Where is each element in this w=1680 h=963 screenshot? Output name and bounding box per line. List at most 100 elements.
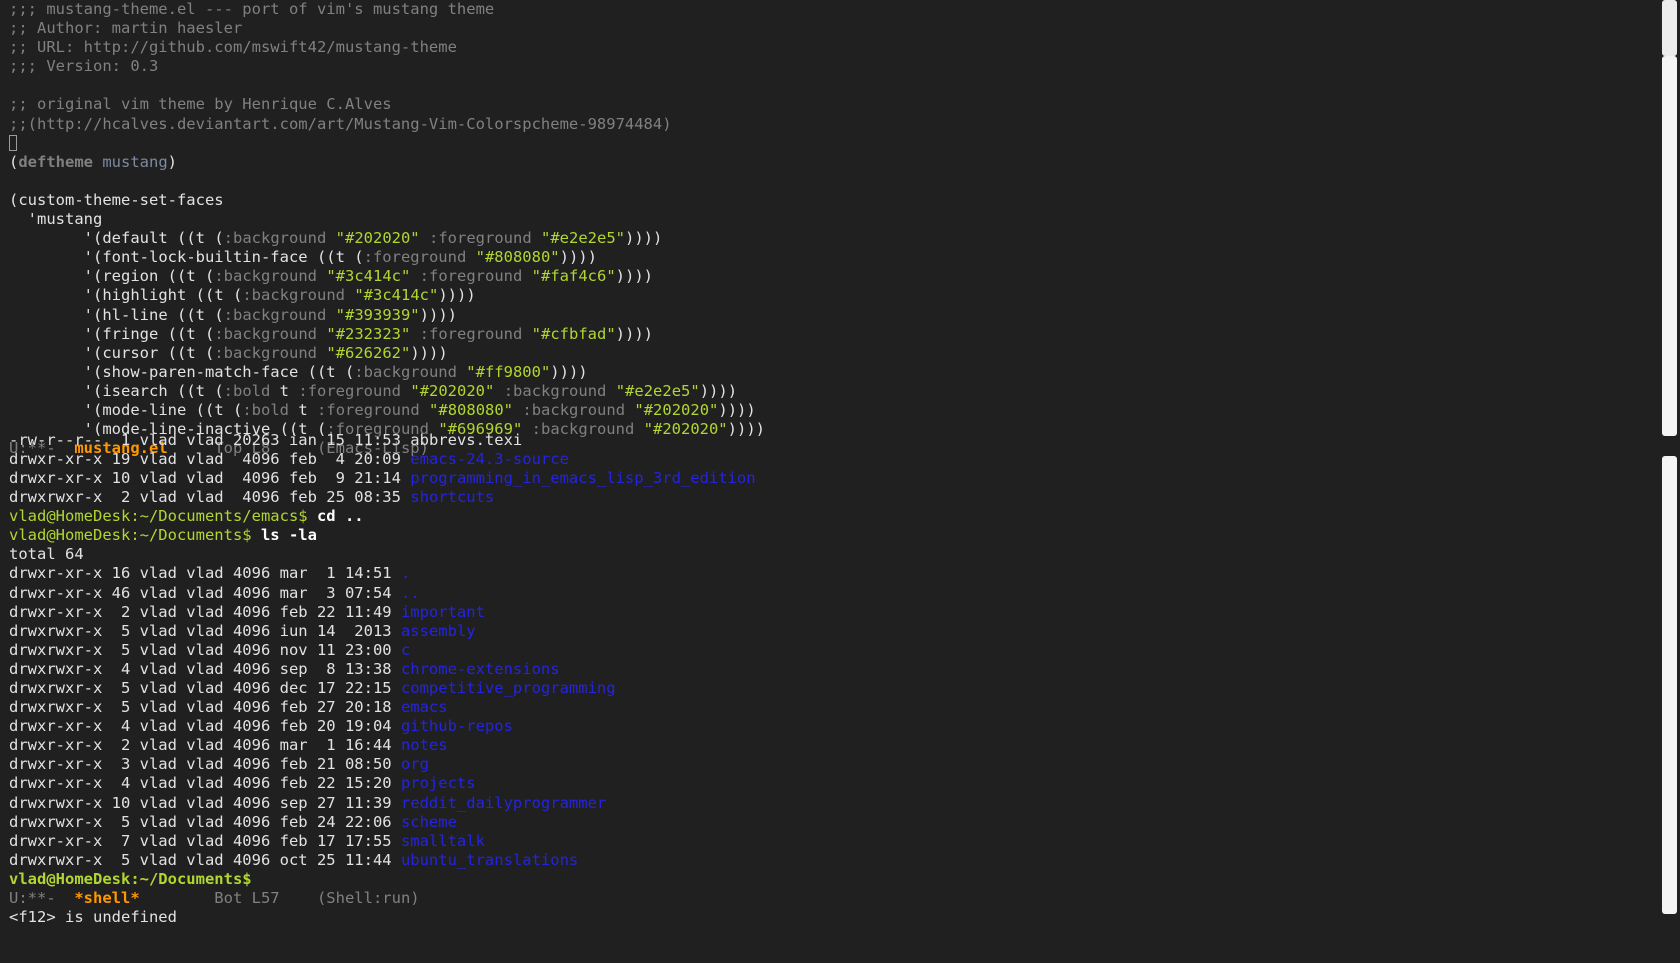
ls-row: drwxr-xr-x 16 vlad vlad 4096 mar 1 14:51… bbox=[9, 564, 1649, 583]
face-attr-key: :background bbox=[522, 400, 626, 419]
face-attr-key: :foreground bbox=[298, 381, 402, 400]
ls-directory-name: emacs-24.3-source bbox=[410, 449, 569, 468]
face-attr-key: :background bbox=[223, 305, 327, 324]
face-name: cursor bbox=[102, 343, 159, 362]
ls-meta: drwxr-xr-x 10 vlad vlad 4096 feb 9 21:14 bbox=[9, 468, 411, 487]
editor-scrollbar[interactable] bbox=[1658, 0, 1680, 440]
ls-meta: drwxr-xr-x 19 vlad vlad 4096 feb 4 20:09 bbox=[9, 449, 411, 468]
ls-row: drwxr-xr-x 19 vlad vlad 4096 feb 4 20:09… bbox=[9, 450, 1649, 469]
face-attr-value: "#808080" bbox=[475, 248, 560, 267]
ls-directory-name: notes bbox=[400, 736, 448, 755]
ls-directory-name: important bbox=[400, 602, 485, 621]
shell-command: cd .. bbox=[316, 507, 364, 526]
ls-directory-name: ubuntu_translations bbox=[400, 850, 579, 869]
modeline-major-mode[interactable]: (Shell:run) bbox=[280, 889, 420, 907]
ls-row: -rw-r--r-- 1 vlad vlad 20263 ian 15 11:5… bbox=[9, 431, 1649, 450]
ls-directory-name: projects bbox=[400, 774, 476, 793]
face-definition-line: '(highlight ((t (:background "#3c414c"))… bbox=[9, 286, 476, 305]
face-attr-key: :background bbox=[214, 267, 317, 286]
shell-scrollbar[interactable] bbox=[1658, 456, 1680, 914]
face-name: hl-line bbox=[102, 305, 168, 324]
face-attr-key: :foreground bbox=[419, 324, 523, 343]
face-name: isearch bbox=[102, 381, 168, 400]
ls-directory-name: .. bbox=[400, 583, 420, 602]
ls-directory-name: scheme bbox=[400, 812, 457, 831]
face-name: show-paren-match-face bbox=[102, 362, 299, 381]
ls-meta: drwxr-xr-x 4 vlad vlad 4096 feb 22 15:20 bbox=[9, 774, 401, 793]
ls-meta: drwxrwxr-x 5 vlad vlad 4096 feb 24 22:06 bbox=[9, 812, 401, 831]
face-definition-line: '(default ((t (:background "#202020" :fo… bbox=[9, 229, 663, 248]
ls-meta: drwxr-xr-x 3 vlad vlad 4096 feb 21 08:50 bbox=[9, 755, 401, 774]
face-attr-value: "#faf4c6" bbox=[531, 267, 616, 286]
face-attr-value: "#808080" bbox=[429, 400, 514, 419]
face-definition-line: '(fringe ((t (:background "#232323" :for… bbox=[9, 324, 653, 343]
ls-row: drwxrwxr-x 4 vlad vlad 4096 sep 8 13:38 … bbox=[9, 660, 1649, 679]
face-attr-value: "#3c414c" bbox=[354, 286, 439, 305]
face-attr-key: :background bbox=[214, 324, 317, 343]
editor-scrollbar-track-fill[interactable] bbox=[1662, 56, 1677, 436]
shell-scrollbar-thumb[interactable] bbox=[1662, 456, 1677, 914]
deftheme-keyword: deftheme bbox=[18, 152, 93, 171]
face-attr-key: :foreground bbox=[363, 248, 467, 267]
ls-meta: drwxr-xr-x 16 vlad vlad 4096 mar 1 14:51 bbox=[9, 564, 401, 583]
ls-directory-name: smalltalk bbox=[400, 831, 485, 850]
face-attr-key: :background bbox=[503, 381, 607, 400]
modeline-position: Bot L57 bbox=[139, 889, 280, 908]
editor-window[interactable]: ;;; mustang-theme.el --- port of vim's m… bbox=[9, 0, 1649, 458]
ls-directory-name: . bbox=[400, 564, 411, 583]
paren: ) bbox=[167, 152, 178, 171]
face-definition-line: '(mode-line ((t (:bold t :foreground "#8… bbox=[9, 400, 756, 419]
face-attr-value: "#202020" bbox=[634, 400, 719, 419]
face-attr-value: "#626262" bbox=[326, 343, 411, 362]
ls-directory-name: assembly bbox=[400, 621, 476, 640]
editor-scrollbar-thumb[interactable] bbox=[1662, 0, 1677, 56]
ls-meta: drwxrwxr-x 5 vlad vlad 4096 oct 25 11:44 bbox=[9, 850, 401, 869]
comment-line: ;; URL: http://github.com/mswift42/musta… bbox=[9, 38, 457, 57]
face-definition-line: '(region ((t (:background "#3c414c" :for… bbox=[9, 267, 653, 286]
comment-line: ;;; mustang-theme.el --- port of vim's m… bbox=[9, 0, 495, 18]
ls-directory-name: github-repos bbox=[400, 717, 513, 736]
ls-row: drwxrwxr-x 5 vlad vlad 4096 dec 17 22:15… bbox=[9, 679, 1649, 698]
shell-input-prompt[interactable]: vlad@HomeDesk:~/Documents$ bbox=[9, 870, 1649, 889]
shell-mode-line: U:**- *shell* Bot L57 (Shell:run) bbox=[9, 889, 1649, 908]
face-attr-value: "#cfbfad" bbox=[531, 324, 616, 343]
face-name: highlight bbox=[102, 286, 187, 305]
face-attr-key: :foreground bbox=[429, 229, 532, 248]
face-attr-value: "#3c414c" bbox=[326, 267, 411, 286]
ls-row: drwxr-xr-x 3 vlad vlad 4096 feb 21 08:50… bbox=[9, 755, 1649, 774]
ls-directory-name: competitive_programming bbox=[400, 679, 616, 698]
ls-meta: drwxrwxr-x 5 vlad vlad 4096 feb 27 20:18 bbox=[9, 698, 401, 717]
ls-total: total 64 bbox=[9, 545, 84, 564]
ls-meta: drwxr-xr-x 7 vlad vlad 4096 feb 17 17:55 bbox=[9, 831, 401, 850]
shell-command: ls -la bbox=[260, 526, 317, 545]
ls-row: drwxr-xr-x 2 vlad vlad 4096 mar 1 16:44 … bbox=[9, 736, 1649, 755]
face-attr-key: :background bbox=[354, 362, 457, 381]
face-attr-value: "#202020" bbox=[335, 229, 420, 248]
ls-meta: drwxr-xr-x 2 vlad vlad 4096 feb 22 11:49 bbox=[9, 602, 401, 621]
face-definition-line: '(font-lock-builtin-face ((t (:foregroun… bbox=[9, 248, 597, 267]
face-name: mode-line bbox=[102, 400, 187, 419]
modeline-state: U:**- bbox=[9, 889, 75, 908]
ls-row: drwxrwxr-x 10 vlad vlad 4096 sep 27 11:3… bbox=[9, 794, 1649, 813]
face-definition-line: '(cursor ((t (:background "#626262")))) bbox=[9, 343, 448, 362]
comment-line: ;;; Version: 0.3 bbox=[9, 57, 159, 76]
modeline-buffer-name[interactable]: *shell* bbox=[74, 889, 139, 907]
face-attr-key: :foreground bbox=[317, 400, 420, 419]
ls-meta: drwxrwxr-x 5 vlad vlad 4096 iun 14 2013 bbox=[9, 621, 401, 640]
ls-directory-name: reddit_dailyprogrammer bbox=[400, 793, 607, 812]
ls-row: drwxrwxr-x 5 vlad vlad 4096 oct 25 11:44… bbox=[9, 851, 1649, 870]
comment-line: ;; original vim theme by Henrique C.Alve… bbox=[9, 95, 392, 114]
face-attr-value: t bbox=[279, 381, 290, 400]
shell-window[interactable]: -rw-r--r-- 1 vlad vlad 20263 ian 15 11:5… bbox=[9, 431, 1649, 927]
ls-directory-name: chrome-extensions bbox=[400, 659, 560, 678]
ls-row: drwxr-xr-x 7 vlad vlad 4096 feb 17 17:55… bbox=[9, 832, 1649, 851]
cursor-line[interactable] bbox=[9, 134, 1649, 153]
ls-row: drwxr-xr-x 4 vlad vlad 4096 feb 20 19:04… bbox=[9, 717, 1649, 736]
ls-file-name: abbrevs.texi bbox=[410, 430, 523, 449]
ls-row: drwxrwxr-x 2 vlad vlad 4096 feb 25 08:35… bbox=[9, 488, 1649, 507]
face-attr-value: "#232323" bbox=[326, 324, 411, 343]
face-attr-value: t bbox=[298, 400, 308, 419]
shell-prompt: vlad@HomeDesk:~/Documents/emacs$ bbox=[9, 507, 317, 526]
face-attr-key: :foreground bbox=[419, 267, 523, 286]
